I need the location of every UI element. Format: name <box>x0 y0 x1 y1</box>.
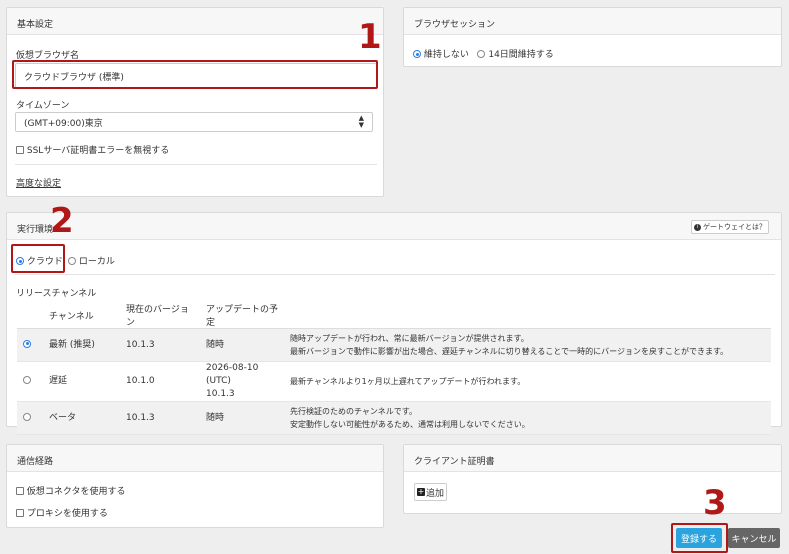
env-local-label: ローカル <box>78 257 115 267</box>
divider <box>15 164 377 165</box>
browser-session-title: ブラウザセッション <box>404 8 781 35</box>
ssl-ignore-checkbox[interactable] <box>16 146 24 154</box>
highlight-cloud-option <box>11 244 65 273</box>
channel-name: 遅延 <box>43 361 120 402</box>
marker-1: 1 <box>358 17 382 57</box>
session-14-label[interactable]: 14日間維持する <box>488 50 553 60</box>
channel-desc-line: 最新チャンネルより1ヶ月以上遅れてアップデートが行われます。 <box>290 377 526 386</box>
channel-update-date: 2026-08-10 (UTC) <box>206 363 259 386</box>
network-route-panel: 通信経路 仮想コネクタを使用する プロキシを使用する <box>6 444 384 528</box>
highlight-register-button <box>671 523 728 553</box>
channel-delayed-radio[interactable] <box>23 376 31 384</box>
channel-name: 最新 (推奨) <box>43 328 120 362</box>
channel-version: 10.1.0 <box>120 361 200 402</box>
release-channel-label: リリースチャンネル <box>16 289 97 299</box>
client-cert-title: クライアント証明書 <box>404 445 781 472</box>
table-row[interactable]: 最新 (推奨) 10.1.3 随時 随時アップデートが行われ、常に最新バージョン… <box>17 328 771 362</box>
col-version: 現在のバージョン <box>120 302 200 329</box>
col-channel: チャンネル <box>43 302 120 329</box>
timezone-label: タイムゾーン <box>16 101 70 111</box>
timezone-select[interactable]: (GMT+09:00)東京 ▲ ▼ <box>15 112 373 132</box>
table-row[interactable]: 遅延 10.1.0 2026-08-10 (UTC) 10.1.3 最新チャンネル… <box>17 361 771 402</box>
add-cert-button[interactable]: + 追加 <box>414 483 447 501</box>
plus-icon: + <box>416 487 425 496</box>
basic-settings-title: 基本設定 <box>7 8 383 35</box>
session-options: 維持しない 14日間維持する <box>413 47 554 60</box>
runtime-env-panel: 実行環境 i ゲートウェイとは？ クラウド ローカル リリースチャンネル チャン… <box>6 212 782 435</box>
channel-update: 随時 <box>200 328 284 362</box>
divider <box>15 274 775 275</box>
channel-update: 随時 <box>200 401 284 435</box>
channel-desc-line: 先行検証のためのチャンネルです。 <box>290 407 417 416</box>
channel-desc-line: 最新バージョンで動作に影響が出た場合、遅延チャンネルに切り替えることで一時的にバ… <box>290 347 729 356</box>
channel-desc-line: 安定動作しない可能性があるため、通常は利用しないでください。 <box>290 420 530 429</box>
add-cert-label: 追加 <box>425 488 444 499</box>
channel-latest-radio[interactable] <box>23 339 31 348</box>
select-arrows-icon: ▲ ▼ <box>358 114 364 129</box>
basic-settings-panel: 基本設定 仮想ブラウザ名 クラウドブラウザ (標準) タイムゾーン (GMT+0… <box>6 7 384 197</box>
proxy-option[interactable]: プロキシを使用する <box>16 506 108 519</box>
session-no-label[interactable]: 維持しない <box>424 50 469 60</box>
marker-3: 3 <box>703 483 727 523</box>
network-route-title: 通信経路 <box>7 445 383 472</box>
channel-update-version: 10.1.3 <box>206 389 235 399</box>
highlight-browser-name <box>12 60 378 89</box>
table-row[interactable]: ベータ 10.1.3 随時 先行検証のためのチャンネルです。安定動作しない可能性… <box>17 401 771 435</box>
ssl-ignore-label: SSLサーバ証明書エラーを無視する <box>26 146 170 156</box>
channel-desc-line: 随時アップデートが行われ、常に最新バージョンが提供されます。 <box>290 334 529 343</box>
release-channel-table: チャンネル 現在のバージョン アップデートの予定 最新 (推奨) 10.1.3 … <box>17 302 771 435</box>
env-local-option[interactable]: ローカル <box>68 254 115 267</box>
cancel-button[interactable]: キャンセル <box>728 528 780 548</box>
proxy-checkbox[interactable] <box>16 509 24 517</box>
marker-2: 2 <box>50 201 74 241</box>
advanced-settings-link[interactable]: 高度な設定 <box>16 176 61 189</box>
col-update: アップデートの予定 <box>200 302 284 329</box>
env-local-radio[interactable] <box>68 257 76 265</box>
gateway-help-label: ゲートウェイとは？ <box>703 223 766 231</box>
gateway-help-button[interactable]: i ゲートウェイとは？ <box>691 220 769 234</box>
channel-version: 10.1.3 <box>120 401 200 435</box>
channel-beta-radio[interactable] <box>23 412 31 421</box>
session-14-radio[interactable] <box>477 50 486 58</box>
channel-version: 10.1.3 <box>120 328 200 362</box>
runtime-env-title: 実行環境 <box>7 213 781 240</box>
info-icon: i <box>694 223 701 231</box>
channel-description: 先行検証のためのチャンネルです。安定動作しない可能性があるため、通常は利用しない… <box>284 401 771 435</box>
ssl-ignore-option[interactable]: SSLサーバ証明書エラーを無視する <box>16 143 169 156</box>
session-no-radio[interactable] <box>413 50 421 58</box>
browser-session-panel: ブラウザセッション 維持しない 14日間維持する <box>403 7 782 67</box>
connector-label: 仮想コネクタを使用する <box>26 487 126 497</box>
connector-checkbox[interactable] <box>16 487 24 495</box>
channel-description: 最新チャンネルより1ヶ月以上遅れてアップデートが行われます。 <box>284 361 771 402</box>
proxy-label: プロキシを使用する <box>26 509 108 519</box>
channel-description: 随時アップデートが行われ、常に最新バージョンが提供されます。最新バージョンで動作… <box>284 328 771 362</box>
connector-option[interactable]: 仮想コネクタを使用する <box>16 484 126 497</box>
channel-name: ベータ <box>43 401 120 435</box>
channel-update: 2026-08-10 (UTC) 10.1.3 <box>200 361 284 402</box>
timezone-value: (GMT+09:00)東京 <box>24 118 103 129</box>
